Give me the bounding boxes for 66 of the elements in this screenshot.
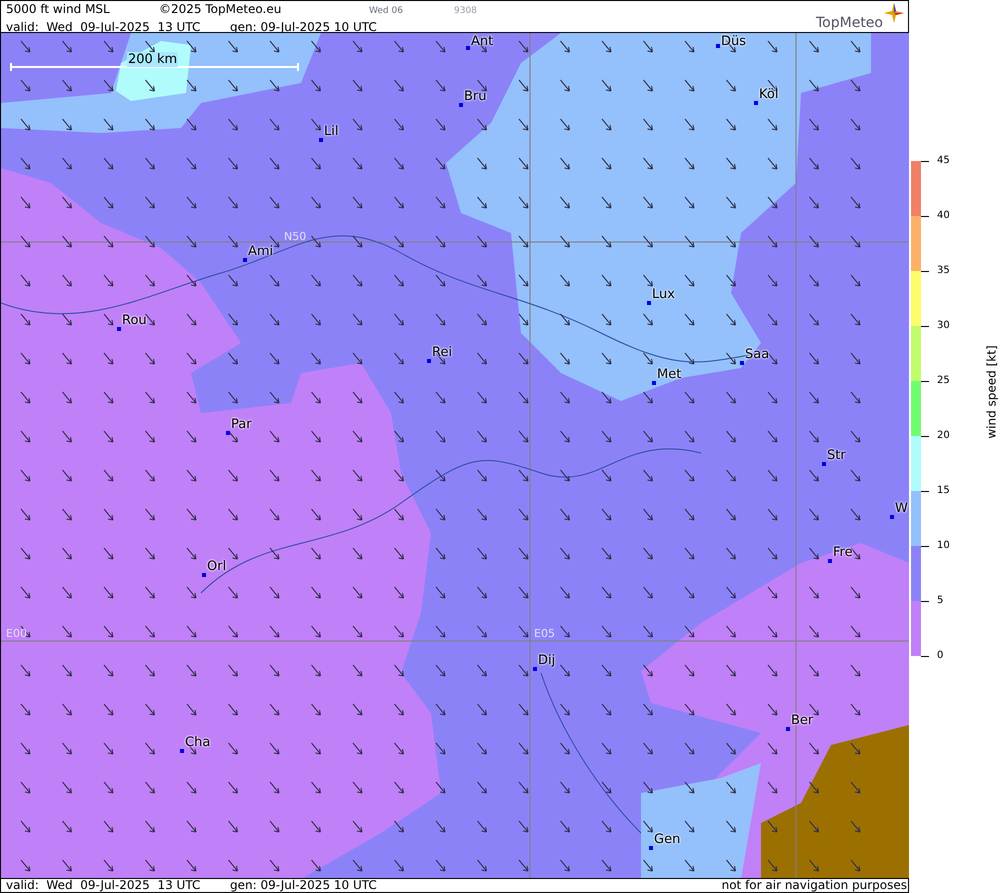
city-label: Ant [471, 34, 494, 49]
valid-time-text: valid: Wed 09-Jul-2025 13 UTC [6, 19, 202, 35]
city-label: Lux [652, 287, 675, 302]
code-text: 9308 [454, 5, 477, 18]
city-marker-icon [890, 515, 894, 519]
city-marker-icon [117, 327, 121, 331]
city-marker-icon [427, 359, 431, 363]
city-label: Saa [745, 347, 770, 362]
legend-tick-label: 5 [937, 594, 944, 608]
copyright-text: ©2025 TopMeteo.eu [159, 1, 282, 17]
city-marker-icon [319, 138, 323, 142]
city-label: Met [657, 367, 682, 382]
scale-label: 200 km [127, 52, 178, 67]
grid-label: E00 [6, 628, 27, 640]
city-label: Ami [248, 244, 274, 259]
city-marker-icon [459, 103, 463, 107]
legend-title: wind speed [kt] [984, 345, 1000, 439]
city-label: Rou [122, 313, 147, 328]
city-marker-icon [652, 381, 656, 385]
city-label: Lil [324, 124, 338, 139]
city-marker-icon [226, 431, 230, 435]
disclaimer-text: not for air navigation purposes [722, 879, 907, 892]
city-label: Par [231, 417, 252, 432]
valid-time-text: valid: Wed 09-Jul-2025 13 UTC [6, 879, 202, 892]
city-marker-icon [828, 559, 832, 563]
run-day-text: Wed 06 [369, 5, 404, 18]
city-marker-icon [740, 361, 744, 365]
legend-tick-label: 40 [937, 209, 950, 223]
legend-tick-label: 15 [937, 484, 950, 498]
map-title: 5000 ft wind MSL [6, 1, 111, 17]
city-marker-icon [466, 46, 470, 50]
city-marker-icon [180, 749, 184, 753]
legend-tick-label: 0 [937, 649, 944, 663]
city-marker-icon [243, 258, 247, 262]
legend-tick-label: 35 [937, 264, 950, 278]
city-marker-icon [647, 301, 651, 305]
city-label: Gen [654, 832, 680, 847]
city-label: Rei [432, 345, 452, 360]
scale-bar-icon [10, 62, 299, 72]
legend-tick-label: 45 [937, 154, 950, 168]
city-marker-icon [716, 44, 720, 48]
legend-tick-label: 10 [937, 539, 950, 553]
city-marker-icon [533, 667, 537, 671]
city-label: Cha [185, 735, 210, 750]
city-marker-icon [649, 846, 653, 850]
city-marker-icon [786, 727, 790, 731]
city-label: W [895, 501, 908, 516]
city-marker-icon [754, 101, 758, 105]
legend-tick-label: 25 [937, 374, 950, 388]
city-label: Köl [759, 87, 778, 102]
city-label: Dij [538, 653, 556, 668]
city-label: Düs [721, 34, 746, 49]
compass-star-icon [884, 3, 904, 23]
city-label: Str [827, 448, 846, 463]
city-label: Bru [464, 89, 487, 104]
generated-time-text: gen: 09-Jul-2025 10 UTC [230, 879, 377, 892]
legend-tick-label: 20 [937, 429, 950, 443]
city-label: Ber [791, 713, 814, 728]
city-marker-icon [202, 573, 206, 577]
city-marker-icon [822, 462, 826, 466]
grid-label: E05 [534, 628, 555, 640]
city-label: Fre [833, 545, 853, 560]
grid-label: N50 [284, 231, 306, 243]
logo-text: TopMeteo [816, 15, 883, 31]
legend-tick-label: 30 [937, 319, 950, 333]
city-label: Orl [207, 559, 226, 574]
